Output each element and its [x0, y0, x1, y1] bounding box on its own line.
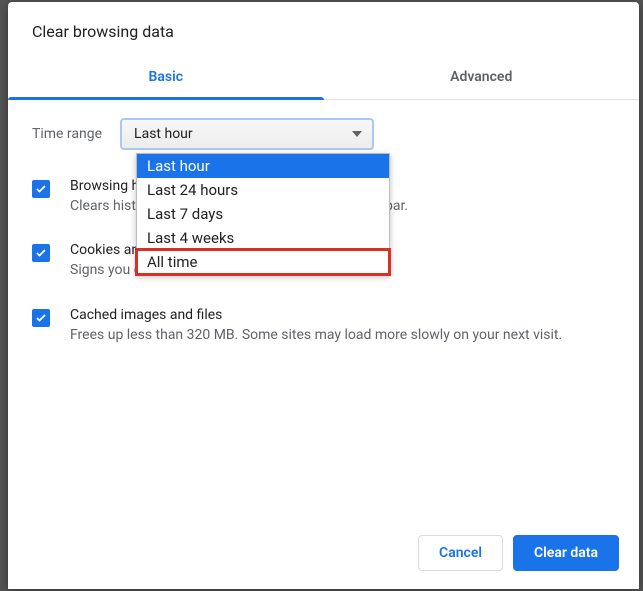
check-icon	[35, 312, 47, 324]
check-icon	[35, 183, 47, 195]
time-range-dropdown: Last hour Last 24 hours Last 7 days Last…	[136, 153, 390, 275]
time-range-select[interactable]: Last hour	[120, 118, 374, 150]
cache-row: Cached images and files Frees up less th…	[32, 307, 615, 345]
option-last-4-weeks[interactable]: Last 4 weeks	[137, 226, 389, 250]
option-last-7-days[interactable]: Last 7 days	[137, 202, 389, 226]
cookies-checkbox[interactable]	[32, 244, 50, 262]
cache-checkbox[interactable]	[32, 309, 50, 327]
cache-text: Cached images and files Frees up less th…	[70, 307, 562, 345]
option-all-time[interactable]: All time	[137, 250, 389, 274]
cache-sub: Frees up less than 320 MB. Some sites ma…	[70, 325, 562, 345]
option-last-24-hours[interactable]: Last 24 hours	[137, 178, 389, 202]
cache-title: Cached images and files	[70, 307, 562, 323]
option-last-hour[interactable]: Last hour	[137, 154, 389, 178]
dialog-content: Time range Last hour Last hour Last 24 h…	[8, 100, 639, 519]
tab-basic[interactable]: Basic	[8, 57, 324, 99]
cancel-button[interactable]: Cancel	[418, 535, 503, 571]
tabs: Basic Advanced	[8, 57, 639, 100]
dialog-footer: Cancel Clear data	[8, 519, 639, 589]
browsing-history-checkbox[interactable]	[32, 180, 50, 198]
chevron-down-icon	[352, 131, 362, 137]
time-range-value: Last hour	[134, 126, 193, 142]
clear-data-button[interactable]: Clear data	[513, 535, 619, 571]
clear-browsing-data-dialog: Clear browsing data Basic Advanced Time …	[8, 2, 639, 589]
tab-advanced[interactable]: Advanced	[324, 57, 640, 99]
time-range-row: Time range Last hour Last hour Last 24 h…	[32, 118, 615, 150]
time-range-label: Time range	[32, 126, 102, 142]
dialog-title: Clear browsing data	[8, 2, 639, 57]
check-icon	[35, 247, 47, 259]
